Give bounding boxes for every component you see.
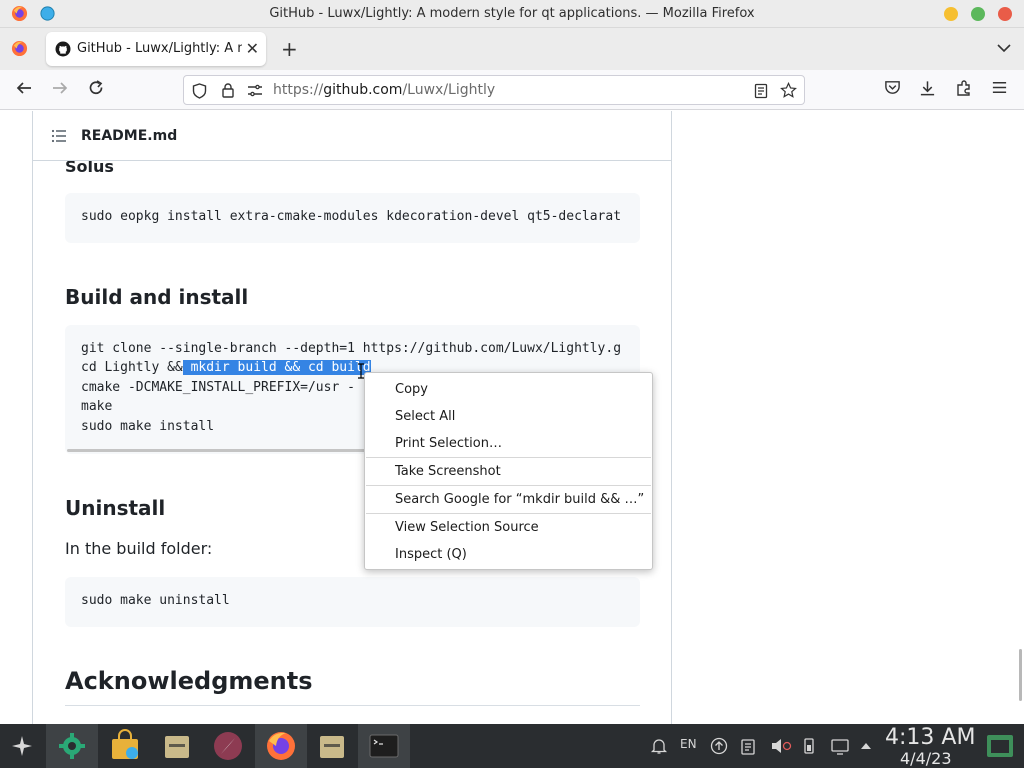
software-center-icon[interactable]: [108, 729, 142, 763]
menu-item-take-screenshot[interactable]: Take Screenshot: [395, 464, 501, 479]
hamburger-menu-icon[interactable]: [991, 79, 1008, 96]
code-block-solus[interactable]: sudo eopkg install extra-cmake-modules k…: [65, 193, 640, 243]
reload-icon[interactable]: [87, 79, 105, 97]
code-block-uninstall[interactable]: sudo make uninstall: [65, 577, 640, 627]
code-horizontal-scrollbar[interactable]: [67, 449, 367, 452]
menu-separator: [366, 513, 651, 514]
menu-item-search-google[interactable]: Search Google for “mkdir build && …”: [395, 492, 644, 507]
update-icon[interactable]: [710, 737, 728, 755]
network-icon[interactable]: [830, 737, 850, 755]
permissions-icon[interactable]: [247, 84, 263, 98]
shield-icon[interactable]: [192, 83, 207, 99]
taskbar: EN 4:13 AM 4/4/23: [0, 724, 1024, 768]
code-line: sudo make uninstall: [81, 593, 230, 608]
code-line: make: [81, 399, 113, 414]
heading-divider: [65, 705, 640, 706]
clipboard-icon[interactable]: [740, 737, 756, 755]
menu-separator: [366, 485, 651, 486]
menu-item-copy[interactable]: Copy: [395, 382, 428, 397]
web-browser-compass-icon[interactable]: [211, 729, 245, 763]
clock-time[interactable]: 4:13 AM: [885, 725, 975, 750]
navigation-bar: https://github.com/Luwx/Lightly: [0, 70, 1024, 110]
tab-list-chevron-icon[interactable]: [996, 42, 1012, 54]
forward-arrow-icon[interactable]: [51, 79, 69, 97]
new-tab-button[interactable]: +: [281, 37, 298, 61]
heading-build-and-install: Build and install: [65, 285, 249, 309]
close-tab-icon[interactable]: ✕: [246, 39, 259, 58]
tab-github-lightly[interactable]: GitHub - Luwx/Lightly: A m ✕: [46, 32, 266, 66]
menu-separator: [366, 457, 651, 458]
menu-item-print-selection[interactable]: Print Selection…: [395, 436, 502, 451]
keyboard-layout-indicator[interactable]: EN: [680, 737, 697, 751]
firefox-view-icon[interactable]: [11, 40, 28, 57]
context-menu: Copy Select All Print Selection… Take Sc…: [364, 372, 653, 570]
reader-view-icon[interactable]: [754, 83, 768, 99]
app-launcher-icon[interactable]: [10, 734, 34, 758]
maximize-button[interactable]: [971, 7, 985, 21]
volume-muted-icon[interactable]: [770, 737, 792, 755]
tab-title: GitHub - Luwx/Lightly: A m: [77, 41, 242, 56]
menu-item-view-selection-source[interactable]: View Selection Source: [395, 520, 539, 535]
page-scrollbar[interactable]: [1019, 649, 1022, 701]
url-bar[interactable]: https://github.com/Luwx/Lightly: [183, 75, 805, 105]
readme-filename: README.md: [81, 128, 178, 144]
downloads-icon[interactable]: [919, 79, 936, 97]
minimize-button[interactable]: [944, 7, 958, 21]
file-manager-task-icon[interactable]: [315, 729, 349, 763]
menu-item-inspect[interactable]: Inspect (Q): [395, 547, 467, 562]
code-line: cmake -DCMAKE_INSTALL_PREFIX=/usr -: [81, 380, 355, 395]
window-titlebar: GitHub - Luwx/Lightly: A modern style fo…: [0, 0, 1024, 28]
terminal-icon[interactable]: [367, 729, 401, 763]
code-line: git clone --single-branch --depth=1 http…: [81, 341, 622, 356]
show-desktop-icon[interactable]: [985, 732, 1015, 760]
clock-date[interactable]: 4/4/23: [900, 749, 952, 768]
bookmark-star-icon[interactable]: [780, 82, 797, 99]
device-icon[interactable]: [801, 736, 817, 756]
tray-expand-arrow-icon[interactable]: [860, 741, 872, 751]
pocket-icon[interactable]: [884, 79, 901, 96]
uninstall-paragraph: In the build folder:: [65, 539, 213, 558]
code-line: cd Lightly && mkdir build && cd build: [81, 360, 371, 375]
heading-acknowledgments: Acknowledgments: [65, 667, 313, 695]
lock-icon[interactable]: [221, 82, 235, 99]
github-icon: [55, 41, 71, 57]
menu-item-select-all[interactable]: Select All: [395, 409, 455, 424]
window-title: GitHub - Luwx/Lightly: A modern style fo…: [269, 6, 755, 21]
file-manager-icon[interactable]: [160, 729, 194, 763]
selected-text[interactable]: mkdir build && cd build: [182, 360, 371, 375]
tab-strip: GitHub - Luwx/Lightly: A m ✕ +: [0, 28, 1024, 70]
back-arrow-icon[interactable]: [15, 79, 33, 97]
firefox-task-icon[interactable]: [264, 729, 298, 763]
extensions-icon[interactable]: [955, 79, 973, 97]
system-settings-icon[interactable]: [55, 729, 89, 763]
code-line: sudo make install: [81, 419, 215, 434]
url-text[interactable]: https://github.com/Luwx/Lightly: [273, 82, 495, 98]
heading-uninstall: Uninstall: [65, 496, 166, 520]
code-line: sudo eopkg install extra-cmake-modules k…: [81, 209, 622, 224]
readme-header: README.md: [33, 111, 671, 161]
outline-list-icon[interactable]: [51, 129, 67, 143]
notifications-bell-icon[interactable]: [650, 737, 668, 755]
close-window-button[interactable]: [998, 7, 1012, 21]
